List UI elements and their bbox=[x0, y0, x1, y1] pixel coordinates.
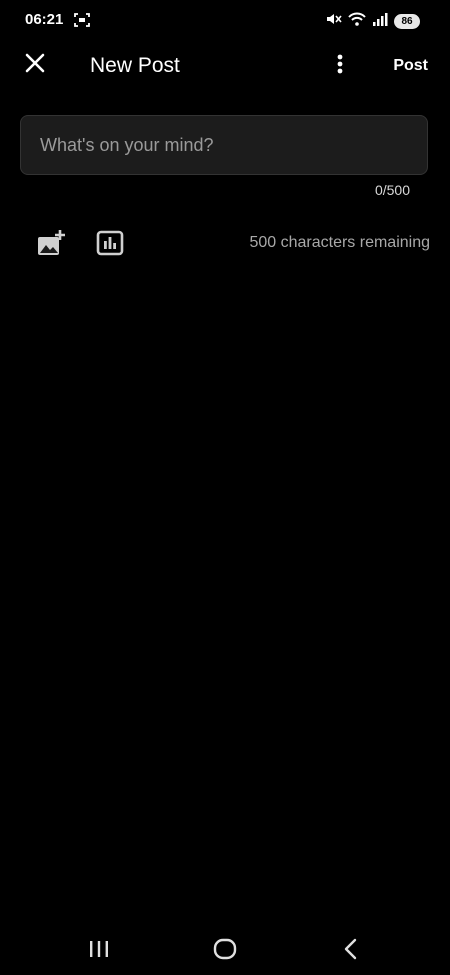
mute-icon bbox=[326, 12, 342, 31]
back-icon bbox=[340, 938, 362, 965]
home-button[interactable] bbox=[211, 937, 239, 961]
status-bar: 06:21 86 bbox=[0, 0, 450, 40]
recents-icon bbox=[86, 941, 112, 965]
back-button[interactable] bbox=[340, 937, 362, 961]
system-nav-bar bbox=[0, 925, 450, 975]
status-time: 06:21 bbox=[25, 11, 64, 28]
signal-icon bbox=[372, 12, 388, 31]
composer-toolbar: 500 characters remaining bbox=[0, 225, 450, 261]
poll-icon bbox=[96, 230, 124, 260]
character-counter: 0/500 bbox=[374, 182, 410, 198]
close-button[interactable] bbox=[18, 48, 52, 82]
recents-button[interactable] bbox=[86, 937, 112, 961]
more-vert-icon bbox=[337, 54, 343, 79]
post-button[interactable]: Post bbox=[393, 57, 428, 75]
add-image-button[interactable] bbox=[36, 229, 66, 257]
battery-icon: 86 bbox=[394, 14, 420, 29]
characters-remaining: 500 characters remaining bbox=[249, 234, 430, 251]
add-poll-button[interactable] bbox=[96, 230, 124, 256]
add-image-icon bbox=[36, 230, 66, 261]
wifi-icon bbox=[348, 12, 366, 31]
more-options-button[interactable] bbox=[325, 49, 355, 83]
home-icon bbox=[211, 938, 239, 965]
status-icons: 86 bbox=[326, 12, 420, 31]
close-icon bbox=[25, 53, 45, 78]
post-text-input[interactable] bbox=[20, 115, 428, 175]
page-title: New Post bbox=[90, 54, 180, 77]
screen-record-icon bbox=[74, 13, 90, 27]
app-bar: New Post Post bbox=[0, 40, 450, 94]
